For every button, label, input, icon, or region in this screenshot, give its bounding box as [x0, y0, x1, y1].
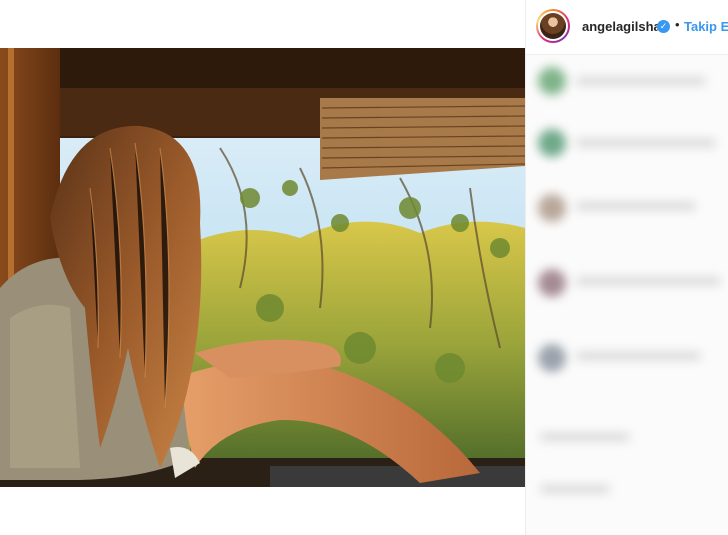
avatar-image — [540, 13, 566, 39]
avatar-frame — [538, 11, 568, 41]
blurred-avatar — [538, 269, 566, 297]
blurred-avatar — [538, 344, 566, 372]
avatar[interactable] — [536, 9, 570, 43]
blurred-text — [576, 277, 721, 285]
blurred-text — [576, 77, 706, 85]
blurred-avatar — [538, 194, 566, 222]
photo-image — [0, 48, 525, 487]
post-header: angelagilsha ✓ • Takip Et — [526, 0, 728, 55]
blurred-text — [540, 485, 610, 493]
blurred-text — [576, 352, 701, 360]
blurred-text — [540, 433, 630, 441]
blurred-avatar — [538, 129, 566, 157]
blurred-avatar — [538, 67, 566, 95]
blurred-text — [576, 202, 696, 210]
follow-button[interactable]: Takip Et — [684, 19, 728, 34]
verified-badge-icon: ✓ — [657, 20, 670, 33]
post-photo[interactable] — [0, 48, 525, 487]
blurred-text — [576, 139, 716, 147]
separator-dot: • — [675, 17, 680, 32]
comments-section — [526, 55, 728, 535]
username-link[interactable]: angelagilsha — [582, 19, 661, 34]
